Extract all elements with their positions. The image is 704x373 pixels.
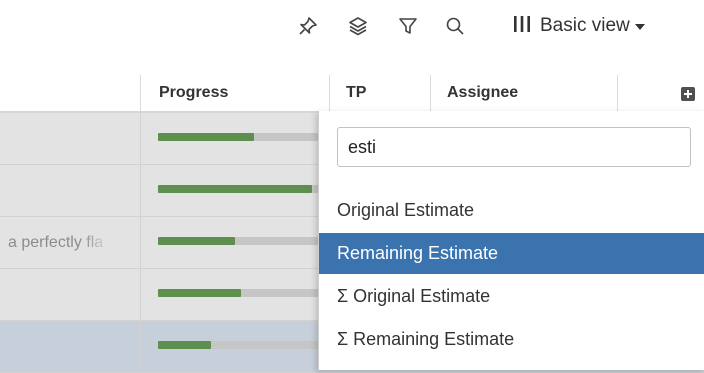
progress-fill bbox=[158, 133, 254, 141]
summary-cell bbox=[8, 165, 140, 216]
cell-divider bbox=[140, 165, 141, 216]
pin-icon[interactable] bbox=[296, 14, 320, 38]
progress-bar bbox=[158, 237, 318, 245]
option-original-estimate[interactable]: Original Estimate bbox=[319, 190, 704, 231]
basic-view-button[interactable]: Basic view bbox=[512, 12, 645, 40]
progress-fill bbox=[158, 185, 312, 193]
column-divider bbox=[430, 75, 431, 111]
progress-bar bbox=[158, 289, 318, 297]
summary-cell bbox=[8, 113, 140, 164]
progress-fill bbox=[158, 341, 211, 349]
column-divider bbox=[329, 75, 330, 111]
option-remaining-estimate[interactable]: Remaining Estimate bbox=[319, 233, 704, 274]
chevron-down-icon bbox=[634, 24, 645, 30]
cell-divider bbox=[140, 217, 141, 268]
column-search-input[interactable] bbox=[337, 127, 691, 167]
column-header-progress[interactable]: Progress bbox=[159, 75, 228, 111]
cell-divider bbox=[140, 321, 141, 372]
table-header: Progress TP Assignee bbox=[0, 75, 704, 113]
summary-cell bbox=[8, 269, 140, 320]
column-header-tp[interactable]: TP bbox=[346, 75, 366, 111]
layers-icon[interactable] bbox=[346, 14, 370, 38]
search-icon[interactable] bbox=[443, 14, 467, 38]
summary-cell: a perfectly fla bbox=[8, 233, 104, 251]
add-column-icon[interactable] bbox=[681, 87, 695, 101]
column-divider bbox=[617, 75, 618, 111]
cell-divider bbox=[140, 113, 141, 164]
progress-fill bbox=[158, 237, 235, 245]
summary-cell bbox=[8, 321, 140, 372]
toolbar: Basic view bbox=[0, 0, 704, 52]
columns-icon bbox=[512, 14, 532, 39]
option-sum-original-estimate[interactable]: Σ Original Estimate bbox=[319, 276, 704, 317]
progress-fill bbox=[158, 289, 242, 297]
column-divider bbox=[140, 75, 141, 111]
progress-bar bbox=[158, 341, 318, 349]
option-sum-remaining-estimate[interactable]: Σ Remaining Estimate bbox=[319, 319, 704, 360]
cell-divider bbox=[140, 269, 141, 320]
column-header-assignee[interactable]: Assignee bbox=[447, 75, 518, 111]
progress-bar bbox=[158, 133, 318, 141]
filter-icon[interactable] bbox=[396, 14, 420, 38]
column-picker-dropdown: Original Estimate Remaining Estimate Σ O… bbox=[318, 111, 704, 370]
progress-bar bbox=[158, 185, 318, 193]
view-label: Basic view bbox=[540, 15, 630, 36]
